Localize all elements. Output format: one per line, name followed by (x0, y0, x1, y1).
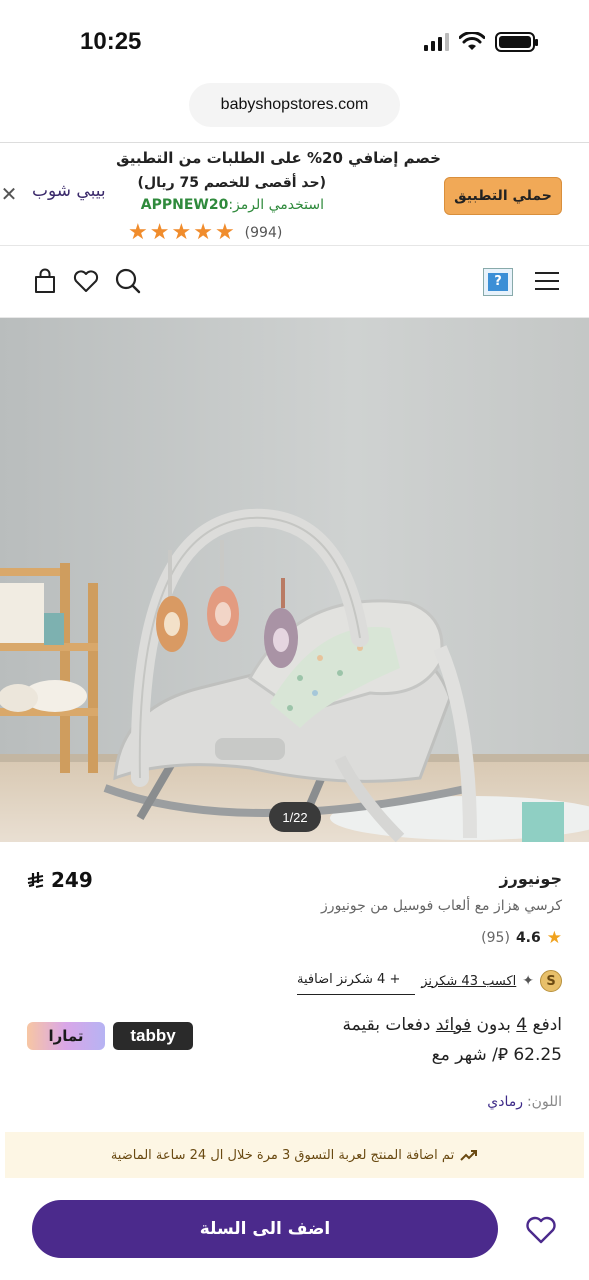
site-header: ? (0, 248, 589, 318)
notice-text: تم اضافة المنتج لعربة التسوق 3 مرة خلال … (110, 1147, 455, 1163)
tamara-badge[interactable]: تمارا (27, 1022, 105, 1050)
image-counter: 1/22 (269, 802, 321, 832)
installments-count: 4 (516, 1015, 528, 1035)
points-extra-text: + 4 شكرنز اضافية (297, 972, 401, 987)
banner-promo-text: خصم إضافي 20% على الطلبات من التطبيق (116, 149, 441, 167)
rating-count: (95) (481, 930, 510, 946)
points-earn-text[interactable]: اكسب 43 شكرنز (421, 974, 516, 989)
star-icon: ★ (546, 928, 562, 948)
heart-icon[interactable] (523, 1212, 559, 1246)
status-time: 10:25 (80, 28, 142, 55)
color-value: رمادي (487, 1094, 523, 1110)
riyal-icon (27, 872, 44, 888)
installments-info: ادفع 4 بدون فوائد دفعات بقيمة 62.25 ⃁/ ش… (292, 1010, 562, 1070)
baby-bouncer-illustration (0, 318, 589, 842)
star-icon: ★ (193, 220, 213, 245)
signal-icon (424, 33, 449, 51)
download-app-button[interactable]: حملي التطبيق (444, 177, 562, 215)
heart-icon[interactable] (71, 266, 101, 296)
battery-icon (495, 32, 538, 52)
search-icon[interactable] (113, 266, 143, 296)
close-icon[interactable]: ✕ (0, 183, 18, 205)
points-underline (297, 994, 415, 995)
add-to-cart-button[interactable]: اضف الى السلة (32, 1200, 498, 1258)
color-selector: اللون: رمادي (487, 1094, 562, 1110)
star-icon: ★ (214, 220, 235, 245)
rating-value: 4.6 (515, 930, 541, 946)
banner-code-text: استخدمي الرمز:APPNEW20 (141, 197, 324, 213)
banner-cap-text: (حد أقصى للخصم 75 ريال) (137, 175, 326, 191)
sparkle-icon: ✦ (522, 973, 534, 989)
bag-icon[interactable] (30, 266, 60, 296)
star-icon: ★ (171, 220, 192, 245)
installments-line2: 62.25 ⃁/ شهر مع (431, 1045, 562, 1065)
product-image[interactable] (0, 318, 589, 842)
banner-rating: ★ ★ ★ ★ ★ (994) (128, 222, 282, 244)
installments-fees[interactable]: فوائد (436, 1015, 471, 1035)
cart-activity-notice: تم اضافة المنتج لعربة التسوق 3 مرة خلال … (5, 1132, 584, 1178)
code-label: استخدمي الرمز: (228, 197, 324, 213)
price-value: 249 (51, 868, 93, 892)
product-brand[interactable]: جونيورز (499, 869, 562, 888)
promo-code: APPNEW20 (140, 197, 229, 213)
banner-rating-count: (994) (244, 225, 283, 241)
address-bar[interactable]: babyshopstores.com (189, 83, 400, 127)
tabby-badge[interactable]: tabby (113, 1022, 193, 1050)
product-price: 249 (27, 868, 93, 892)
wifi-icon (459, 32, 485, 50)
brand-logo: بيبي شوب (32, 181, 106, 201)
product-title: كرسي هزاز مع ألعاب فوسيل من جونيورز (321, 898, 562, 914)
product-rating[interactable]: ★ 4.6 (95) (481, 928, 562, 948)
status-icons (424, 32, 538, 52)
coin-icon: S (540, 970, 562, 992)
star-icon: ★ (149, 220, 170, 245)
star-icon: ★ (128, 220, 148, 245)
installments-line1: ادفع 4 بدون فوائد دفعات بقيمة (342, 1015, 562, 1035)
color-label: اللون: (526, 1094, 562, 1110)
menu-icon[interactable] (532, 266, 562, 296)
app-download-banner: ✕ بيبي شوب خصم إضافي 20% على الطلبات من … (0, 142, 589, 246)
trending-up-icon (460, 1150, 478, 1161)
status-bar: 10:25 (0, 0, 589, 80)
help-icon[interactable]: ? (483, 268, 513, 296)
loyalty-points[interactable]: S ✦ اكسب 43 شكرنز (421, 967, 562, 995)
